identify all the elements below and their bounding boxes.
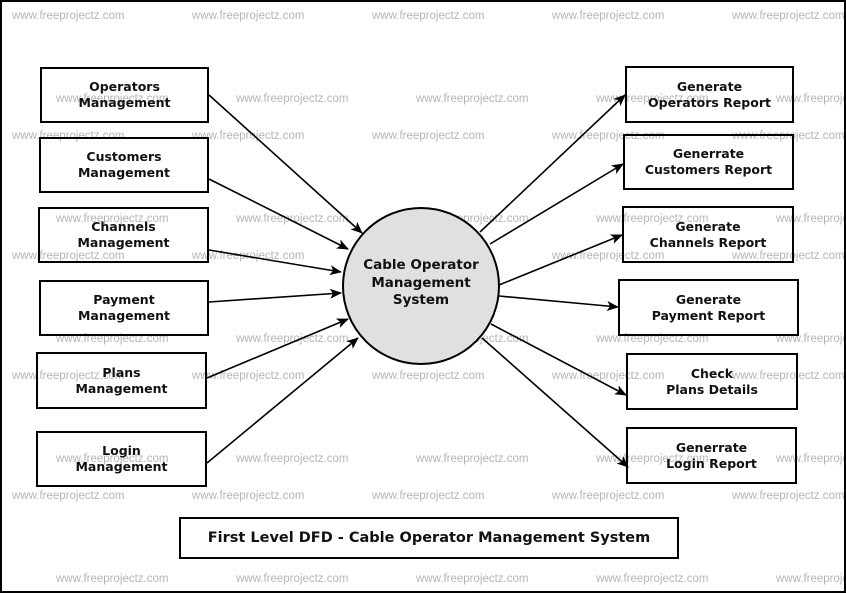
input-operators-management[interactable]: Operators Management (40, 67, 209, 123)
flow-arrow-in-operators (208, 94, 363, 234)
output-login-report[interactable]: Generrate Login Report (626, 427, 797, 484)
diagram-title: First Level DFD - Cable Operator Managem… (179, 517, 679, 559)
flow-arrow-out-channels (498, 234, 623, 286)
process-label: Cable Operator Management System (363, 257, 479, 308)
input-payment-management[interactable]: Payment Management (39, 280, 209, 336)
flow-arrow-out-payment (498, 295, 619, 311)
flow-arrow-in-payment (208, 288, 342, 303)
flow-arrow-in-plans (206, 318, 349, 379)
output-operators-report[interactable]: Generate Operators Report (625, 66, 794, 123)
input-channels-management[interactable]: Channels Management (38, 207, 209, 263)
output-channels-report[interactable]: Generate Channels Report (622, 206, 794, 263)
input-plans-management[interactable]: Plans Management (36, 352, 207, 409)
output-payment-report[interactable]: Generate Payment Report (618, 279, 799, 336)
dfd-canvas: www.freeprojectz.com www.freeprojectz.com… (0, 0, 846, 593)
flow-arrow-in-login (206, 337, 359, 464)
output-plans-details[interactable]: Check Plans Details (626, 353, 798, 410)
flow-arrow-in-channels (208, 249, 342, 276)
flow-arrow-in-customers (208, 178, 349, 250)
input-customers-management[interactable]: Customers Management (39, 137, 209, 193)
flow-arrow-out-plans (490, 323, 627, 396)
flow-arrow-out-operators (479, 94, 626, 233)
output-customers-report[interactable]: Generrate Customers Report (623, 134, 794, 190)
input-login-management[interactable]: Login Management (36, 431, 207, 487)
